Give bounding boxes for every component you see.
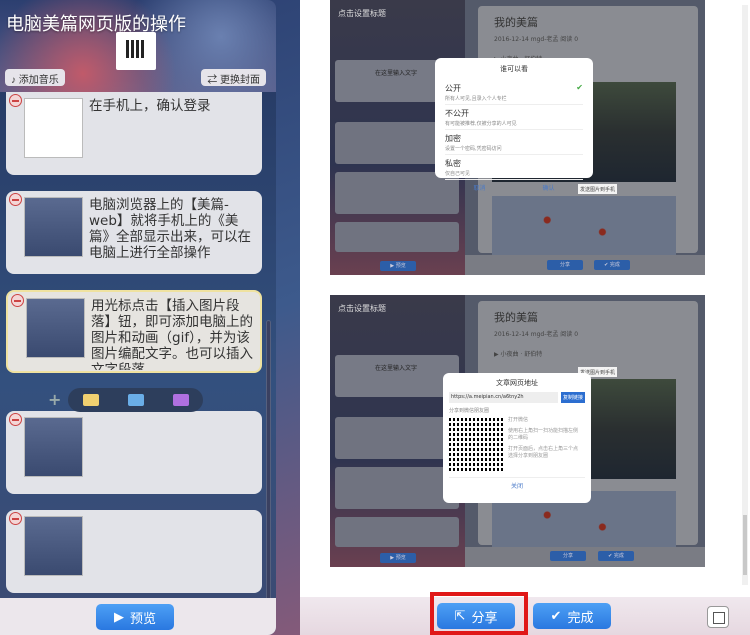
highlight-box [430, 592, 528, 635]
privacy-dialog: 谁可以看 公开 ✔ 所有人可见,且录入个人专栏 不公开 有可能被推荐,仅被分享的人可见… [435, 58, 593, 192]
thumbnail[interactable] [24, 417, 83, 477]
done-label: 完成 [567, 609, 594, 625]
preview-mini: ▶ 预览 [380, 553, 416, 563]
delete-icon[interactable] [9, 94, 22, 107]
done-mini: ✔ 完成 [598, 551, 634, 561]
screenshot-privacy: 点击设置标题 在这里输入文字 ▶ 预览 我的美篇 2016-12-14 mgd-… [330, 0, 705, 275]
send-to-phone: 发送图片到手机 [578, 184, 618, 194]
photo [492, 196, 676, 256]
qr-code [449, 417, 503, 471]
preview-button[interactable]: ▶ 预览 [96, 604, 174, 630]
insert-image-icon[interactable] [127, 394, 144, 406]
option-private: 私密 仅自己可见 [445, 155, 583, 180]
qr-code-thumbnail [116, 32, 156, 70]
preview-mini: ▶ 预览 [380, 261, 416, 271]
url-field: https://a.meipian.cn/a6tny2h [449, 392, 558, 403]
list-item-selected[interactable]: 用光标点击【插入图片段落】钮，即可添加电脑上的图片和动画（gif），并为该图片编… [6, 290, 262, 373]
dialog-title: 文章网页地址 [496, 379, 538, 387]
list-item[interactable] [6, 510, 262, 593]
thumbnail[interactable] [26, 298, 85, 358]
music: ▶ 小夜曲 · 舒伯特 [494, 351, 543, 358]
thumbnail[interactable] [24, 98, 83, 158]
list-item[interactable] [6, 411, 262, 494]
share-dialog: 文章网页地址 https://a.meipian.cn/a6tny2h 复制链接 … [443, 373, 591, 503]
add-music-button[interactable]: ♪ 添加音乐 [5, 69, 65, 86]
editor-footer: 分享 ✔ 完成 [465, 255, 705, 275]
list-item[interactable]: 在手机上，确认登录 [6, 92, 262, 175]
content-panel: 点击设置标题 在这里输入文字 ▶ 预览 我的美篇 2016-12-14 mgd-… [300, 0, 750, 635]
confirm: 确认 [542, 185, 555, 192]
paragraph-text[interactable]: 在手机上，确认登录 [89, 98, 211, 169]
share-mini: 分享 [550, 551, 586, 561]
scrollbar[interactable] [266, 320, 271, 603]
thumbnail[interactable] [24, 197, 83, 257]
fit-screen-icon[interactable] [707, 606, 729, 628]
insert-toolbar [68, 388, 203, 412]
delete-icon[interactable] [11, 294, 24, 307]
preview-label: 预览 [129, 610, 156, 626]
check-icon: ✔ [576, 83, 583, 92]
insert-text-icon[interactable] [82, 394, 99, 406]
close: 关闭 [449, 477, 585, 490]
scrollbar[interactable] [742, 5, 748, 585]
thumbnail[interactable] [24, 516, 83, 576]
editor-footer: 分享 ✔ 完成 [465, 547, 705, 567]
delete-icon[interactable] [9, 193, 22, 206]
list-item[interactable]: 电脑浏览器上的【美篇-web】就将手机上的《美篇》全部显示出来，可以在电脑上进行… [6, 191, 262, 274]
article-title[interactable]: 电脑美篇网页版的操作 [6, 10, 186, 36]
delete-icon[interactable] [9, 512, 22, 525]
meta: 2016-12-14 mgd-老孟 阅读 0 [494, 36, 579, 43]
screenshot-share: 点击设置标题 在这里输入文字 ▶ 预览 我的美篇 2016-12-14 mgd-… [330, 295, 705, 567]
left-footer: ▶ 预览 [0, 598, 276, 635]
list-item: 在这里输入文字 [335, 355, 459, 397]
cover[interactable]: 电脑美篇网页版的操作 ♪ 添加音乐 ⇄ 更换封面 [0, 0, 276, 92]
share-mini: 分享 [547, 260, 583, 270]
title: 我的美篇 [494, 16, 538, 29]
check-icon: ✔ [550, 608, 562, 623]
cover-title: 点击设置标题 [338, 9, 386, 18]
title: 我的美篇 [494, 311, 538, 324]
delete-icon[interactable] [9, 413, 22, 426]
cancel: 取消 [473, 185, 486, 192]
change-cover-button[interactable]: ⇄ 更换封面 [201, 69, 266, 86]
cover-title: 点击设置标题 [338, 304, 386, 313]
insert-video-icon[interactable] [172, 394, 189, 406]
done-mini: ✔ 完成 [594, 260, 630, 270]
plus-icon: + [48, 390, 62, 409]
copy-link: 复制链接 [560, 392, 585, 403]
meta: 2016-12-14 mgd-老孟 阅读 0 [494, 331, 579, 338]
dialog-title: 谁可以看 [500, 65, 528, 73]
paragraph-list: 在手机上，确认登录 电脑浏览器上的【美篇-web】就将手机上的《美篇》全部显示出… [6, 92, 262, 609]
option-public: 公开 ✔ 所有人可见,且录入个人专栏 [445, 80, 583, 105]
paragraph-text[interactable]: 电脑浏览器上的【美篇-web】就将手机上的《美篇》全部显示出来，可以在电脑上进行… [89, 197, 256, 268]
paragraph-text[interactable]: 用光标点击【插入图片段落】钮，即可添加电脑上的图片和动画（gif），并为该图片编… [91, 298, 254, 370]
play-icon: ▶ [113, 609, 124, 624]
share-title: 分享到微信朋友圈 [449, 408, 490, 414]
option-private-link: 不公开 有可能被推荐,仅被分享的人可见 [445, 105, 583, 130]
left-panel: 电脑美篇网页版的操作 ♪ 添加音乐 ⇄ 更换封面 在手机上，确认登录 电脑浏览器… [0, 0, 276, 635]
option-encrypted: 加密 设置一个密码,凭密码访问 [445, 130, 583, 155]
done-button[interactable]: ✔ 完成 [533, 603, 611, 629]
